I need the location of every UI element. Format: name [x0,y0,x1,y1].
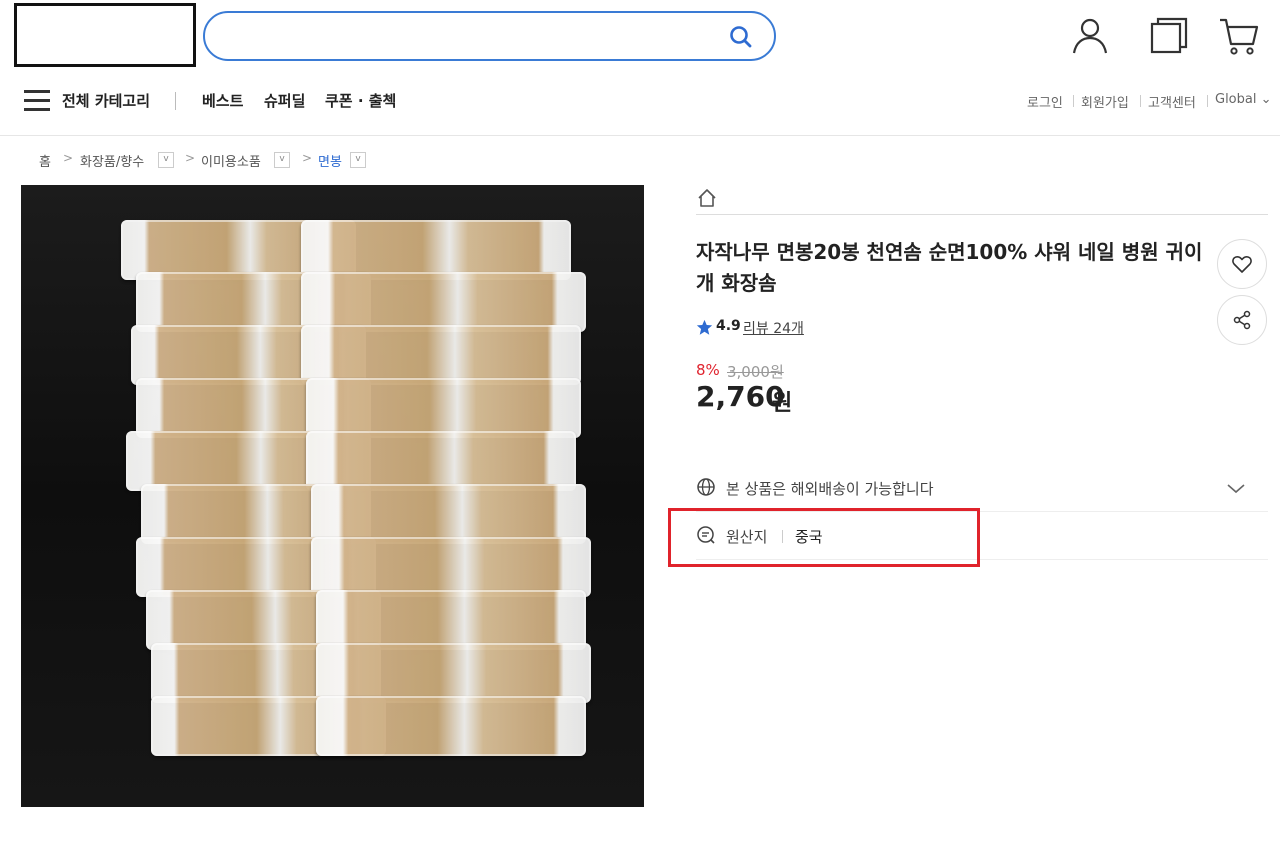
search-input[interactable] [227,23,707,49]
price-unit: 원 [772,391,793,416]
home-icon[interactable] [696,187,718,209]
search-bar[interactable] [203,11,776,61]
signup-link[interactable]: 회원가입 [1081,92,1129,111]
rating-value: 4.9 [716,318,741,334]
chevron-down-icon[interactable]: v [350,152,366,168]
overseas-shipping-row[interactable]: 본 상품은 해외배송이 가능합니다 [696,464,1268,512]
chevron-right-icon: > [63,151,74,165]
star-icon [696,319,713,336]
section-divider [696,214,1268,215]
search-icon[interactable] [728,24,754,50]
nav-link-coupon[interactable]: 쿠폰 · 출첵 [325,90,396,111]
breadcrumb-cotton-swab[interactable]: 면봉 [318,151,342,170]
highlight-box [668,508,980,567]
breadcrumb-beauty-tools[interactable]: 이미용소품 [201,151,261,170]
user-icon[interactable] [1069,15,1111,57]
chevron-right-icon: > [302,151,313,165]
all-categories-link[interactable]: 전체 카테고리 [62,90,150,111]
util-divider [1207,95,1208,107]
nav-link-superdeal[interactable]: 슈퍼딜 [264,90,305,111]
util-divider [1140,95,1141,107]
login-link[interactable]: 로그인 [1027,92,1063,111]
hamburger-menu-icon[interactable] [24,90,50,111]
logo[interactable] [14,3,196,67]
product-title: 자작나무 면봉20봉 천연솜 순면100% 샤워 네일 병원 귀이개 화장솜 [696,240,1203,295]
globe-icon [696,477,716,497]
chevron-down-icon[interactable]: v [158,152,174,168]
cotton-swab-packs-illustration [121,220,601,775]
original-price: 3,000원 [727,363,784,381]
util-divider [1073,95,1074,107]
breadcrumb-home[interactable]: 홈 [39,151,51,170]
share-button[interactable] [1217,295,1267,345]
wishlist-button[interactable] [1217,239,1267,289]
nav-link-best[interactable]: 베스트 [202,90,243,111]
recent-items-icon[interactable] [1148,15,1190,57]
share-icon [1233,310,1251,330]
discount-rate: 8% [696,361,720,379]
breadcrumb-cosmetics[interactable]: 화장품/향수 [80,151,144,170]
global-dropdown[interactable]: Global ⌄ [1215,92,1272,107]
header-divider [0,135,1280,136]
cart-icon[interactable] [1218,15,1260,57]
product-image[interactable] [21,185,644,807]
heart-icon [1232,256,1252,273]
shipping-notice: 본 상품은 해외배송이 가능합니다 [726,480,934,498]
nav-divider [175,92,176,110]
chevron-down-icon[interactable]: v [274,152,290,168]
main-nav: 전체 카테고리 베스트 슈퍼딜 쿠폰 · 출첵 로그인 회원가입 고객센터 Gl… [0,80,1280,120]
review-link[interactable]: 리뷰 24개 [743,318,804,338]
customer-center-link[interactable]: 고객센터 [1148,92,1196,111]
chevron-down-icon[interactable] [1226,478,1246,498]
chevron-right-icon: > [185,151,196,165]
